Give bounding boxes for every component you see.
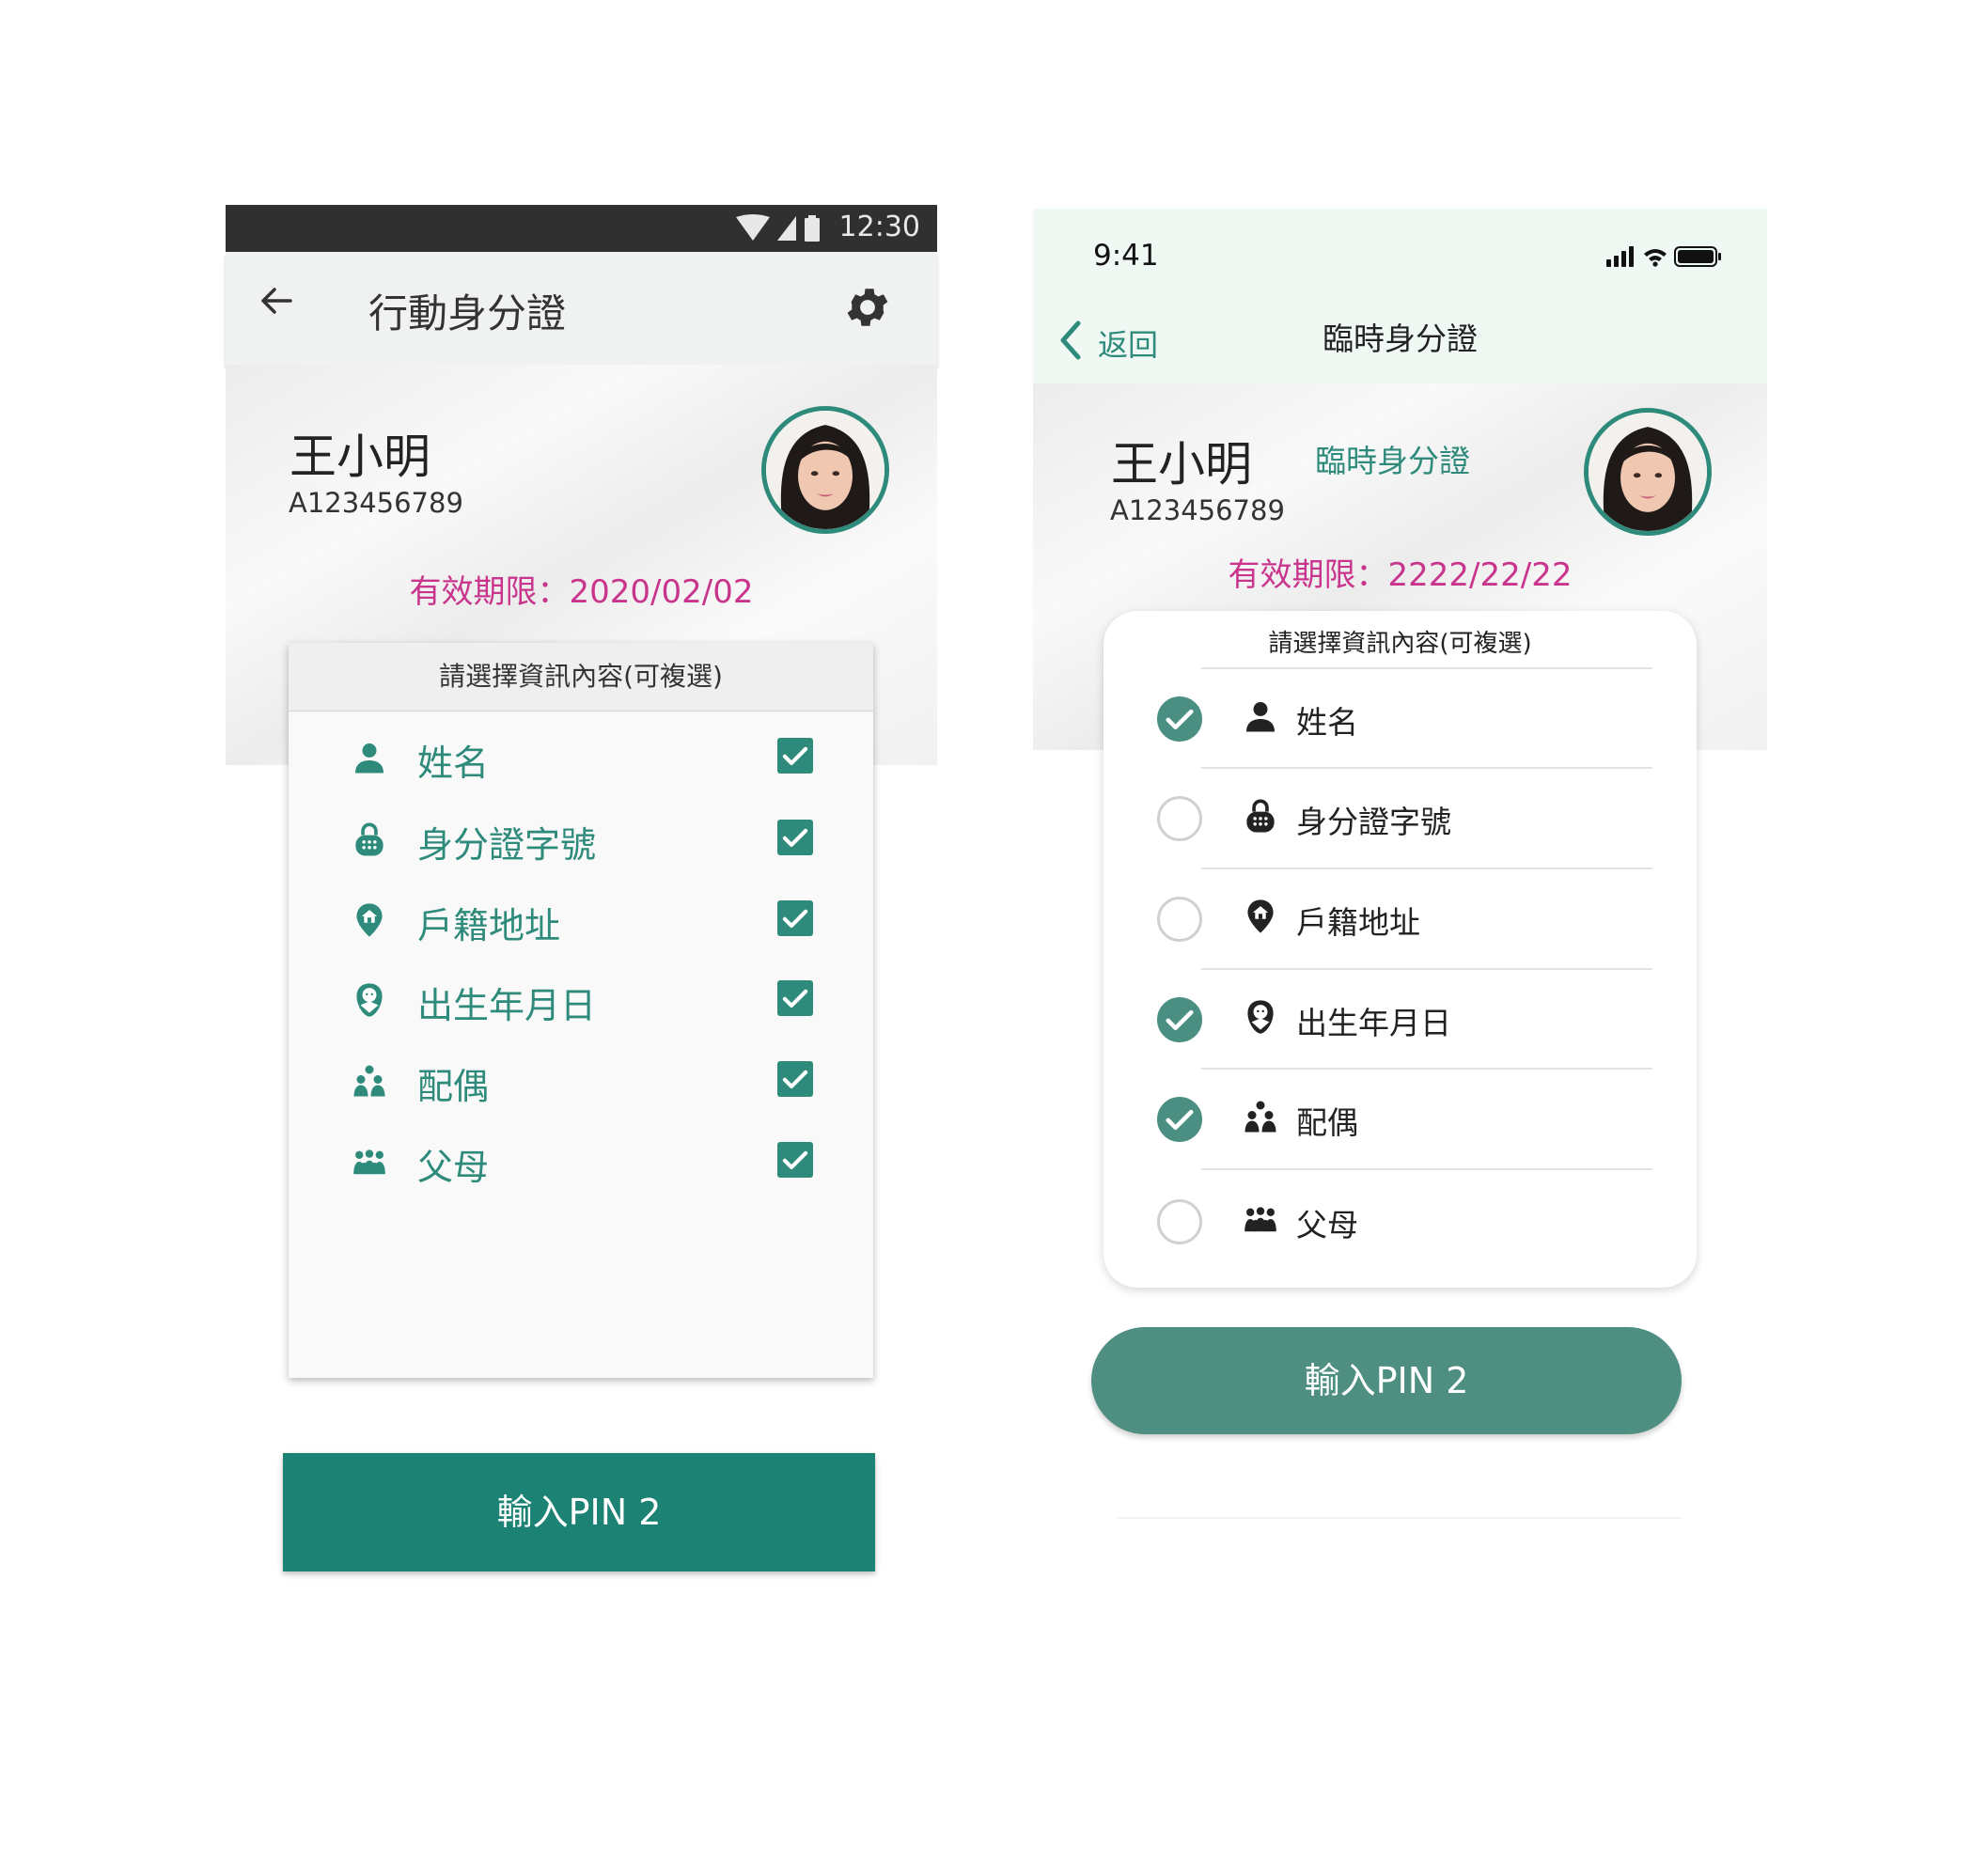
user-name: 王小明 bbox=[1111, 437, 1252, 492]
option-label: 身分證字號 bbox=[417, 824, 597, 866]
signal-battery-icon bbox=[736, 214, 820, 242]
radio-checked[interactable] bbox=[1157, 696, 1202, 742]
option-row-birthday[interactable]: 出生年月日 bbox=[1104, 968, 1697, 1068]
checkbox-checked[interactable] bbox=[777, 1061, 813, 1097]
checkbox-checked[interactable] bbox=[777, 820, 813, 855]
user-name: 王小明 bbox=[290, 430, 430, 484]
checkbox-checked[interactable] bbox=[777, 738, 813, 774]
home-pin-icon bbox=[352, 902, 386, 938]
option-label: 配偶 bbox=[417, 1066, 490, 1107]
option-row-address[interactable]: 戶籍地址 bbox=[289, 878, 873, 962]
radio-unchecked[interactable] bbox=[1157, 1199, 1202, 1244]
option-row-spouse[interactable]: 配偶 bbox=[289, 1039, 873, 1123]
checkbox-checked[interactable] bbox=[777, 1142, 813, 1178]
option-label: 姓名 bbox=[1296, 704, 1358, 741]
panel-title: 請選擇資訊內容(可複選) bbox=[289, 643, 873, 711]
family-icon bbox=[352, 1144, 386, 1180]
option-label: 父母 bbox=[1296, 1207, 1358, 1243]
option-label: 父母 bbox=[417, 1147, 490, 1188]
family-icon bbox=[1244, 1201, 1277, 1237]
option-row-id-number[interactable]: 身分證字號 bbox=[1104, 767, 1697, 867]
android-phone-screen: 12:30 行動身分證 王小明 A123456789 有效期限：2020/02/… bbox=[226, 205, 937, 1577]
option-row-name[interactable]: 姓名 bbox=[289, 715, 873, 800]
option-row-id-number[interactable]: 身分證字號 bbox=[289, 797, 873, 882]
app-bar: 行動身分證 bbox=[226, 252, 937, 365]
option-row-parents[interactable]: 父母 bbox=[289, 1119, 873, 1204]
status-time: 9:41 bbox=[1093, 239, 1159, 273]
option-label: 出生年月日 bbox=[417, 985, 597, 1026]
id-lock-icon bbox=[352, 821, 386, 857]
option-row-spouse[interactable]: 配偶 bbox=[1104, 1068, 1697, 1167]
couple-icon bbox=[352, 1063, 386, 1099]
info-selection-panel: 請選擇資訊內容(可複選) 姓名 身分證字號 戶籍地址 出生年月日 配偶 父母 bbox=[289, 643, 873, 1378]
radio-checked[interactable] bbox=[1157, 997, 1202, 1042]
enter-pin-button[interactable]: 輸入PIN 2 bbox=[283, 1453, 875, 1571]
page-title: 行動身分證 bbox=[368, 290, 567, 336]
checkbox-checked[interactable] bbox=[777, 980, 813, 1016]
gear-icon[interactable] bbox=[842, 282, 893, 333]
id-type-tag: 臨時身分證 bbox=[1315, 443, 1470, 479]
bottom-divider bbox=[1118, 1517, 1682, 1519]
page-title: 臨時身分證 bbox=[1323, 320, 1478, 357]
checkbox-checked[interactable] bbox=[777, 900, 813, 936]
expiry-date: 有效期限：2020/02/02 bbox=[409, 573, 754, 611]
id-lock-icon bbox=[1244, 798, 1277, 834]
back-arrow-icon[interactable] bbox=[258, 282, 295, 320]
option-row-name[interactable]: 姓名 bbox=[1104, 667, 1697, 767]
option-row-birthday[interactable]: 出生年月日 bbox=[289, 958, 873, 1042]
person-icon bbox=[352, 740, 386, 775]
id-number: A123456789 bbox=[289, 487, 463, 519]
option-label: 戶籍地址 bbox=[417, 905, 561, 946]
info-selection-panel: 請選擇資訊內容(可複選) 姓名 身分證字號 戶籍地址 出生年月日 配偶 父母 bbox=[1104, 611, 1697, 1288]
avatar bbox=[1584, 408, 1712, 536]
ios-phone-screen: 9:41 返回 臨時身分證 王小明 臨時身分證 A123456789 有效期限：… bbox=[1033, 209, 1767, 1524]
option-label: 配偶 bbox=[1296, 1104, 1358, 1141]
couple-icon bbox=[1244, 1099, 1277, 1134]
status-bar: 12:30 bbox=[226, 205, 937, 252]
status-time: 12:30 bbox=[838, 211, 920, 243]
baby-icon bbox=[1244, 999, 1277, 1035]
radio-unchecked[interactable] bbox=[1157, 897, 1202, 942]
radio-checked[interactable] bbox=[1157, 1097, 1202, 1142]
person-icon bbox=[1244, 698, 1277, 734]
option-label: 戶籍地址 bbox=[1296, 904, 1420, 941]
option-label: 身分證字號 bbox=[1296, 804, 1451, 840]
option-label: 出生年月日 bbox=[1296, 1005, 1451, 1041]
panel-title: 請選擇資訊內容(可複選) bbox=[1268, 630, 1532, 658]
option-row-parents[interactable]: 父母 bbox=[1104, 1170, 1697, 1270]
id-number: A123456789 bbox=[1110, 494, 1285, 526]
option-row-address[interactable]: 戶籍地址 bbox=[1104, 868, 1697, 967]
expiry-date: 有效期限：2222/22/22 bbox=[1228, 556, 1573, 594]
enter-pin-button[interactable]: 輸入PIN 2 bbox=[1091, 1327, 1682, 1434]
option-label: 姓名 bbox=[417, 743, 490, 784]
signal-wifi-battery-icon bbox=[1606, 246, 1721, 267]
home-pin-icon bbox=[1244, 899, 1277, 934]
avatar bbox=[761, 406, 889, 534]
baby-icon bbox=[352, 982, 386, 1018]
radio-unchecked[interactable] bbox=[1157, 796, 1202, 841]
